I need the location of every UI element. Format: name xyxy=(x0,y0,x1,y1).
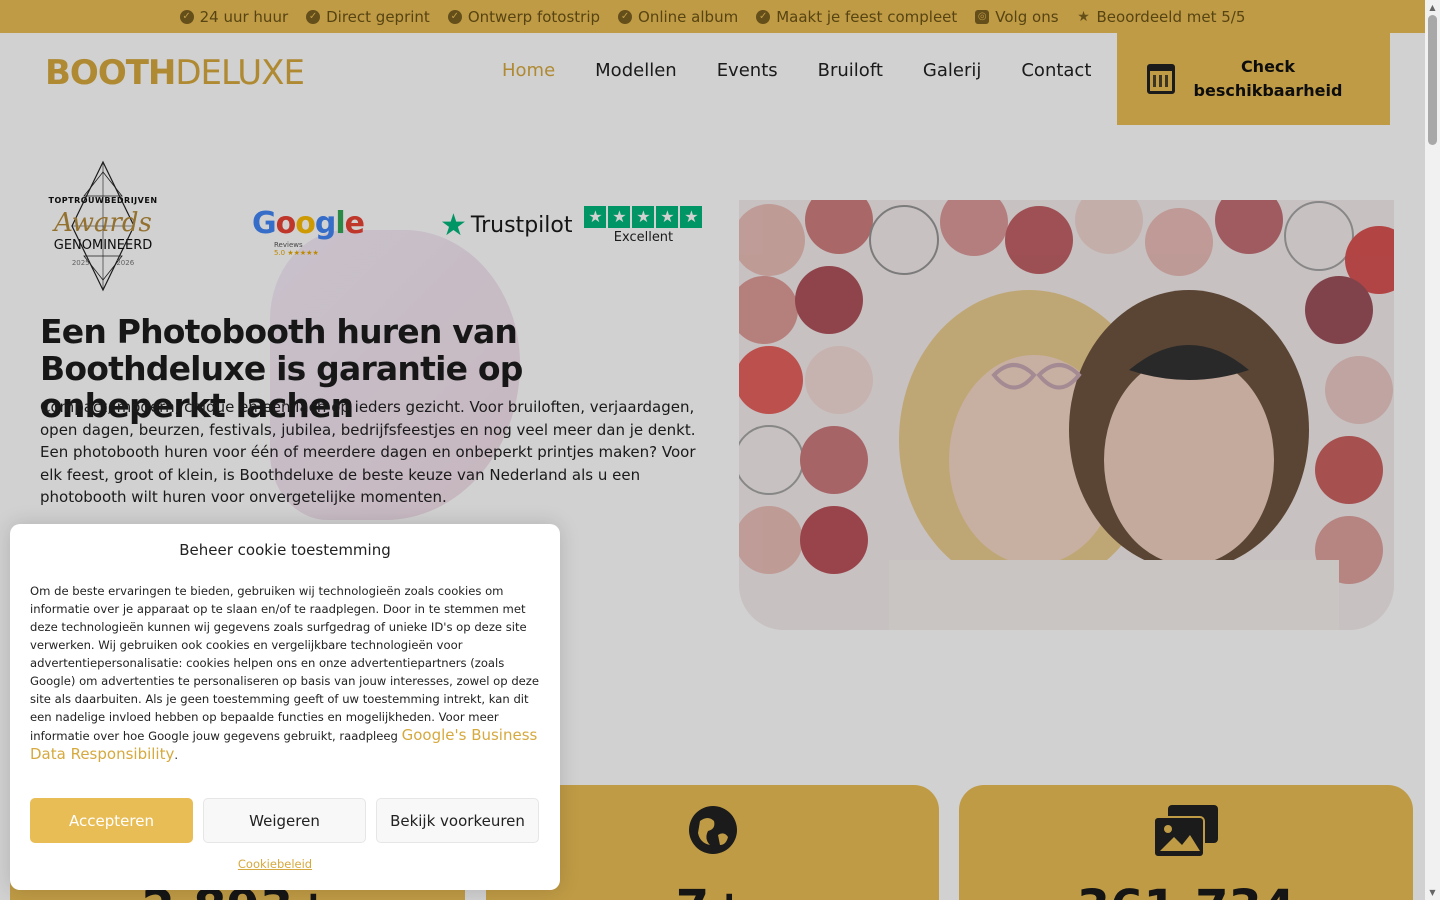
cookie-buttons: Accepteren Weigeren Bekijk voorkeuren xyxy=(30,798,539,843)
cookie-consent-dialog: Beheer cookie toestemming Om de beste er… xyxy=(10,524,560,890)
scroll-down-arrow-icon[interactable]: ▼ xyxy=(1425,885,1440,900)
cookie-policy-link[interactable]: Cookiebeleid xyxy=(10,857,540,871)
view-preferences-button[interactable]: Bekijk voorkeuren xyxy=(376,798,539,843)
cookie-dialog-title: Beheer cookie toestemming xyxy=(179,541,391,559)
scrollbar-thumb[interactable] xyxy=(1428,15,1437,145)
cookie-dialog-body: Om de beste ervaringen te bieden, gebrui… xyxy=(30,584,540,763)
scroll-up-arrow-icon[interactable]: ▲ xyxy=(1425,0,1440,15)
page: ✓ 24 uur huur ✓ Direct geprint ✓ Ontwerp fo… xyxy=(0,0,1425,900)
deny-cookies-button[interactable]: Weigeren xyxy=(203,798,366,843)
accept-cookies-button[interactable]: Accepteren xyxy=(30,798,193,843)
page-scrollbar[interactable]: ▲ ▼ xyxy=(1425,0,1440,900)
